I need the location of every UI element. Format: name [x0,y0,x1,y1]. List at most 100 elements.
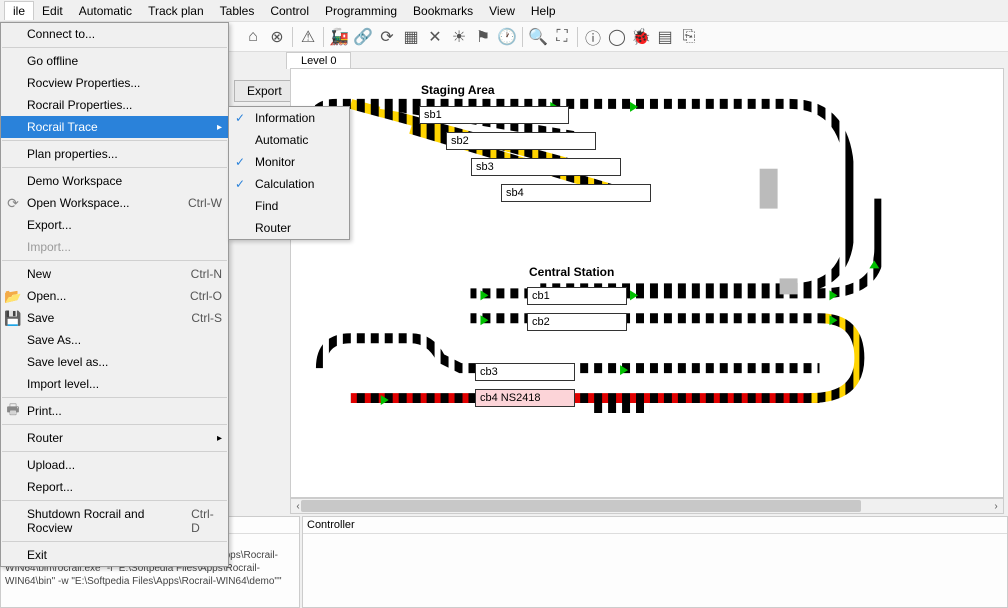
export-button[interactable]: Export [234,80,295,102]
list-icon[interactable]: ▤ [654,26,676,48]
submenu-router[interactable]: Router [229,217,349,239]
flag-icon[interactable]: ⚑ [472,26,494,48]
refresh-icon[interactable]: ⟳ [376,26,398,48]
menu-file[interactable]: ile [4,1,34,20]
menu-item-label: Router [27,431,63,445]
scroll-right-arrow[interactable]: › [989,499,1003,513]
file-menu-new[interactable]: NewCtrl-N [1,263,228,285]
file-menu-report-[interactable]: Report... [1,476,228,498]
file-menu-connect-to-[interactable]: Connect to... [1,23,228,45]
file-menu-plan-properties-[interactable]: Plan properties... [1,143,228,165]
menu-tables[interactable]: Tables [212,2,263,20]
submenu-information[interactable]: ✓Information [229,107,349,129]
submenu-monitor[interactable]: ✓Monitor [229,151,349,173]
menu-programming[interactable]: Programming [317,2,405,20]
controller-panel: Controller [302,516,1008,608]
menu-item-label: Exit [27,548,47,562]
submenu-calculation[interactable]: ✓Calculation [229,173,349,195]
file-menu-open-workspace-[interactable]: ⟳ Open Workspace... Ctrl-W [1,192,228,214]
info-icon[interactable]: ⓘ [582,26,604,48]
menu-control[interactable]: Control [262,2,317,20]
loco-icon[interactable]: 🚂 [328,26,350,48]
block-sb3[interactable]: sb3 [471,158,621,176]
menu-item-label: Print... [27,404,62,418]
menu-bookmarks[interactable]: Bookmarks [405,2,481,20]
submenu-arrow-icon: ▸ [217,433,222,444]
menu-item-label: Demo Workspace [27,174,122,188]
file-menu-shutdown-rocrail-and-rocview[interactable]: Shutdown Rocrail and RocviewCtrl-D [1,503,228,539]
block-cb3[interactable]: cb3 [475,363,575,381]
file-menu-rocrail-properties-[interactable]: Rocrail Properties... [1,94,228,116]
warning-icon[interactable]: ⚠ [297,26,319,48]
help-icon[interactable]: ◯ [606,26,628,48]
file-menu-print-[interactable]: 🖶Print... [1,400,228,422]
menu-item-shortcut: Ctrl-S [191,311,222,325]
menu-item-label: Plan properties... [27,147,118,161]
block-sb1[interactable]: sb1 [419,106,569,124]
menu-item-label: Save [27,311,54,325]
menu-item-label: Import level... [27,377,99,391]
menu-item-icon: 💾 [5,310,21,326]
check-icon: ✓ [235,111,245,125]
tab-level-0[interactable]: Level 0 [286,52,351,69]
block-cb4[interactable]: cb4 NS2418 [475,389,575,407]
file-menu-open-[interactable]: 📂Open...Ctrl-O [1,285,228,307]
menu-item-label: Shutdown Rocrail and Rocview [27,507,191,535]
block-cb1[interactable]: cb1 [527,287,627,305]
menu-item-shortcut: Ctrl-W [188,196,222,210]
submenu-automatic[interactable]: Automatic [229,129,349,151]
clock-icon[interactable]: 🕐 [496,26,518,48]
file-menu-exit[interactable]: Exit [1,544,228,566]
file-menu-rocrail-trace[interactable]: Rocrail Trace▸ [1,116,228,138]
menu-item-icon: ⟳ [5,195,21,211]
file-menu-router[interactable]: Router ▸ [1,427,228,449]
block-cb2[interactable]: cb2 [527,313,627,331]
menubar: ile Edit Automatic Track plan Tables Con… [0,0,1008,22]
menu-item-label: Report... [27,480,73,494]
menu-item-label: Import... [27,240,71,254]
menu-automatic[interactable]: Automatic [71,2,140,20]
grid-icon[interactable]: ▦ [400,26,422,48]
menu-view[interactable]: View [481,2,523,20]
file-menu-demo-workspace[interactable]: Demo Workspace [1,170,228,192]
file-menu-go-offline[interactable]: Go offline [1,50,228,72]
horizontal-scrollbar[interactable]: ‹ › [290,498,1004,514]
file-menu-upload-[interactable]: Upload... [1,454,228,476]
menu-item-label: Rocview Properties... [27,76,140,90]
train-icon[interactable]: 🔗 [352,26,374,48]
menu-trackplan[interactable]: Track plan [140,2,212,20]
light-icon[interactable]: ☀ [448,26,470,48]
menu-item-label: Save As... [27,333,81,347]
submenu-arrow-icon: ▸ [217,122,222,133]
scroll-thumb[interactable] [301,500,861,512]
menu-edit[interactable]: Edit [34,2,71,20]
menu-help[interactable]: Help [523,2,564,20]
menu-item-shortcut: Ctrl-O [190,289,222,303]
shuffle-icon[interactable]: ✕ [424,26,446,48]
controller-panel-title: Controller [303,517,1007,534]
menu-item-shortcut: Ctrl-D [191,507,222,535]
menu-item-label: Go offline [27,54,78,68]
block-sb2[interactable]: sb2 [446,132,596,150]
menu-item-label: Export... [27,218,72,232]
menu-item-label: Rocrail Properties... [27,98,132,112]
copy-icon[interactable]: ⎘ [678,26,700,48]
file-menu-rocview-properties-[interactable]: Rocview Properties... [1,72,228,94]
file-menu-save-level-as-[interactable]: Save level as... [1,351,228,373]
bug-icon[interactable]: 🐞 [630,26,652,48]
file-menu-import-level-[interactable]: Import level... [1,373,228,395]
cancel-icon[interactable]: ⊗ [266,26,288,48]
file-dropdown: Connect to... Go offline Rocview Propertie… [0,22,229,567]
menu-item-icon: 📂 [5,288,21,304]
home-icon[interactable]: ⌂ [242,26,264,48]
search-icon[interactable]: 🔍 [527,26,549,48]
submenu-find[interactable]: Find [229,195,349,217]
menu-item-label: Open Workspace... [27,196,130,210]
file-menu-save-as-[interactable]: Save As... [1,329,228,351]
file-menu-export-[interactable]: Export... [1,214,228,236]
track-plan-canvas[interactable]: Staging Area Central Station [290,68,1004,498]
block-sb4[interactable]: sb4 [501,184,651,202]
menu-item-label: Connect to... [27,27,95,41]
file-menu-save[interactable]: 💾 Save Ctrl-S [1,307,228,329]
fullscreen-icon[interactable]: ⛶ [551,26,573,48]
